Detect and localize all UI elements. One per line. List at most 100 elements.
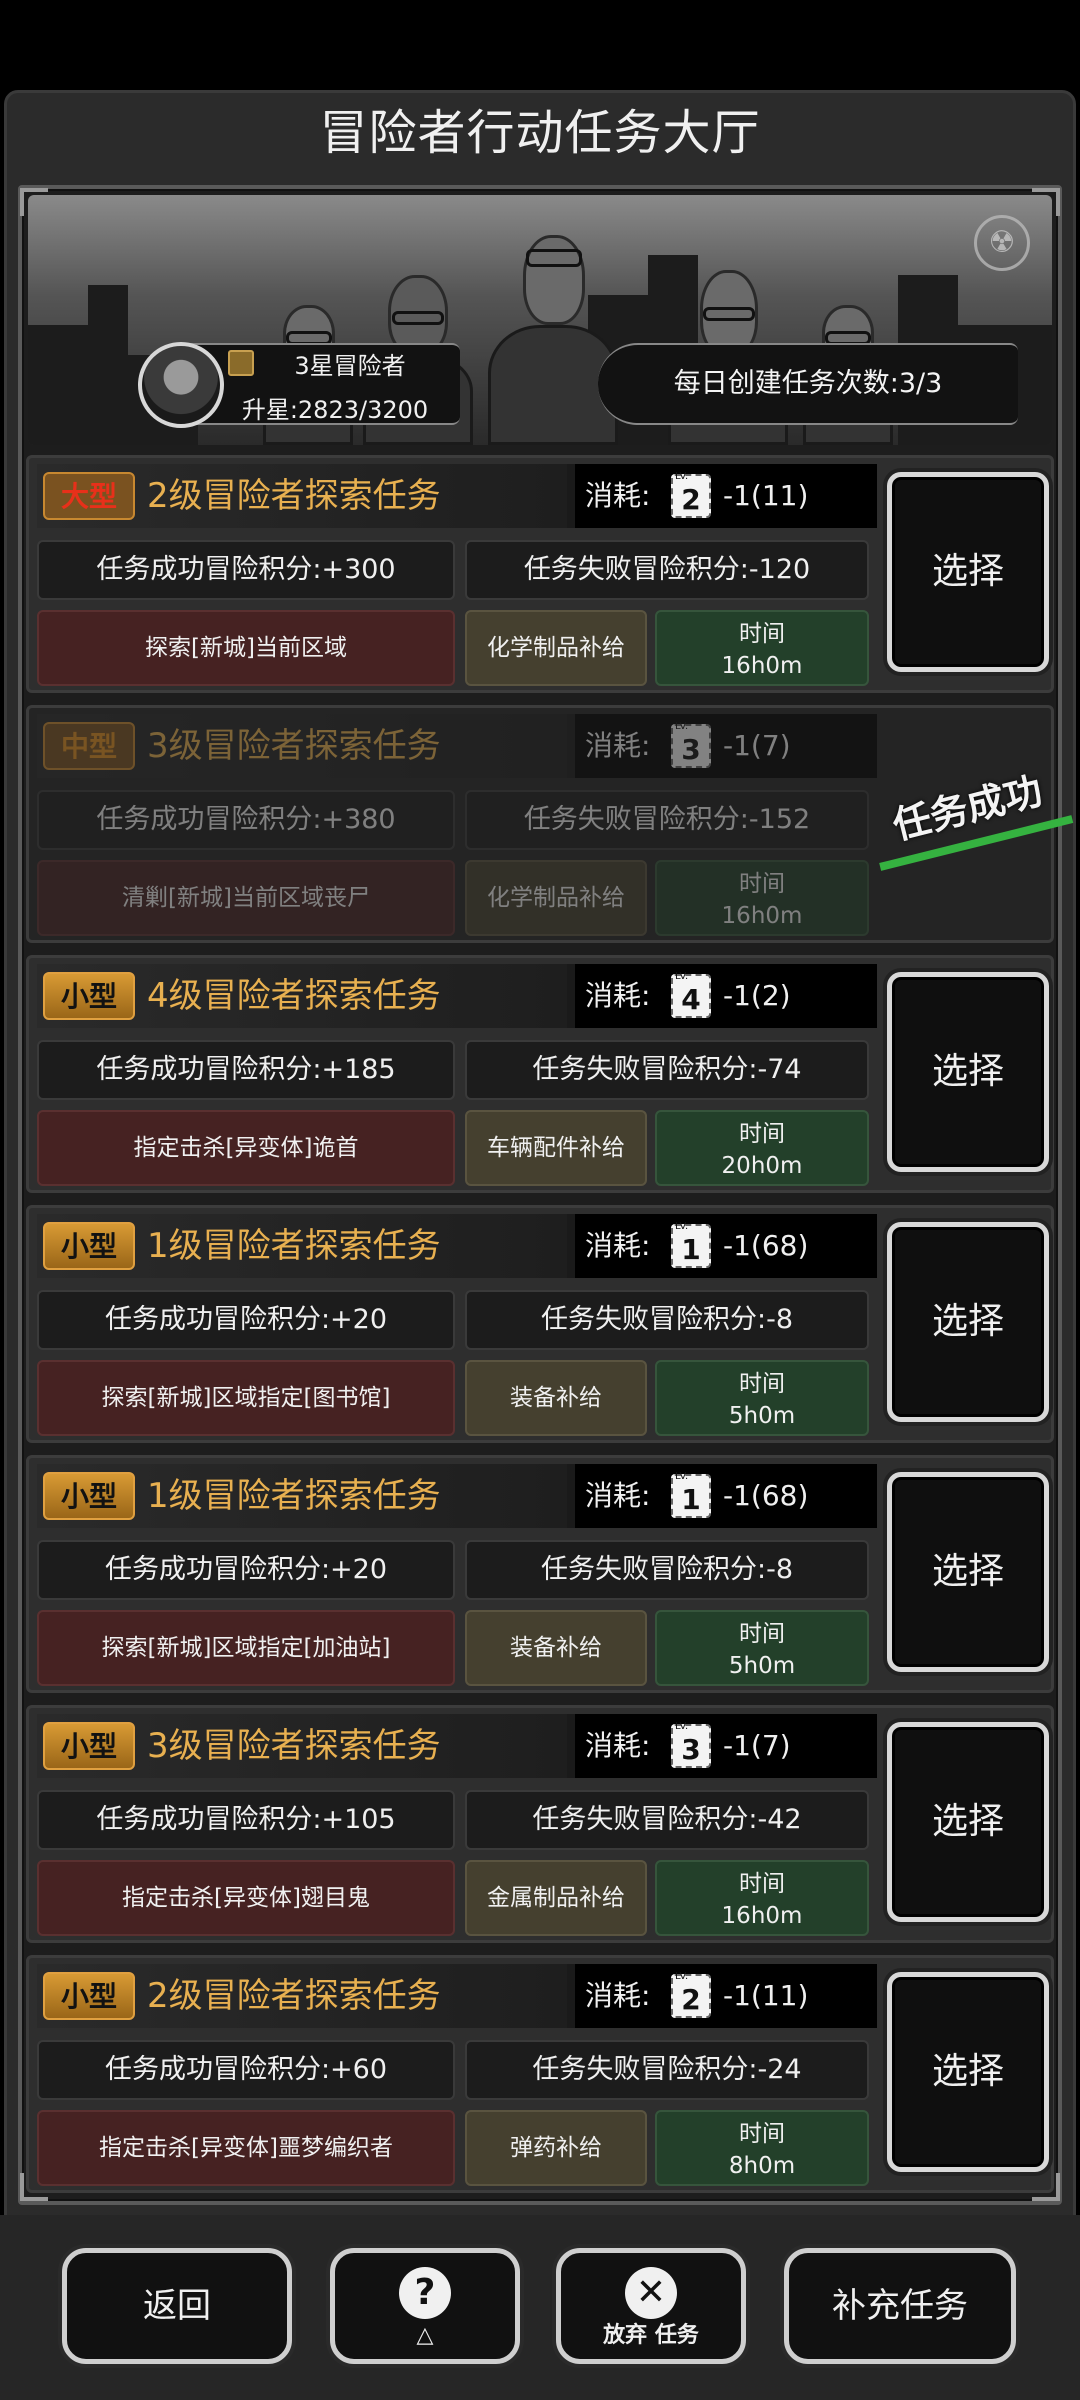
task-title: 1级冒险者探索任务	[147, 1226, 441, 1266]
time-value: 5h0m	[728, 1653, 796, 1679]
task-cost: 消耗: 3 -1(7)	[575, 1712, 877, 1778]
rank-label: 3星冒险者	[294, 352, 406, 380]
close-icon: ✕	[625, 2267, 677, 2319]
task-size-badge: 小型	[43, 1722, 135, 1770]
task-cost: 消耗: 1 -1(68)	[575, 1212, 877, 1278]
abandon-task-button[interactable]: ✕ 放弃 任务	[556, 2248, 746, 2364]
cost-value: -1(11)	[723, 1979, 809, 2012]
cost-value: -1(11)	[723, 479, 809, 512]
task-card: 小型 4级冒险者探索任务 消耗: 4 -1(2) 任务成功冒险积分:+185 任…	[26, 955, 1054, 1193]
task-cost: 消耗: 1 -1(68)	[575, 1462, 877, 1528]
help-base-icon: △	[416, 2323, 434, 2348]
task-cost: 消耗: 4 -1(2)	[575, 962, 877, 1028]
rank-star-icon	[228, 350, 254, 376]
task-size-badge: 大型	[43, 472, 135, 520]
task-objective: 指定击杀[异变体]噩梦编织者	[37, 2110, 455, 2186]
cost-label: 消耗:	[585, 979, 651, 1012]
time-value: 5h0m	[728, 1403, 796, 1429]
success-reward: 任务成功冒险积分:+105	[37, 1790, 455, 1850]
task-header: 小型 4级冒险者探索任务 消耗: 4 -1(2)	[37, 962, 877, 1028]
failure-penalty: 任务失败冒险积分:-8	[465, 1540, 869, 1600]
task-objective: 清剿[新城]当前区域丧尸	[37, 860, 455, 936]
daily-create-count: 每日创建任务次数:3/3	[598, 343, 1018, 425]
time-label: 时间	[739, 1871, 785, 1897]
task-supply: 装备补给	[465, 1360, 647, 1436]
faction-emblem-icon: ☢	[974, 215, 1030, 271]
select-task-button[interactable]: 选择	[887, 1972, 1049, 2172]
avatar[interactable]	[138, 342, 224, 428]
task-time: 时间 16h0m	[655, 860, 869, 936]
time-label: 时间	[739, 1121, 785, 1147]
select-task-button[interactable]: 选择	[887, 1722, 1049, 1922]
task-header: 小型 1级冒险者探索任务 消耗: 1 -1(68)	[37, 1462, 877, 1528]
select-task-button[interactable]: 选择	[887, 972, 1049, 1172]
refill-tasks-button[interactable]: 补充任务	[784, 2248, 1016, 2364]
select-task-button[interactable]: 选择	[887, 1222, 1049, 1422]
task-objective: 指定击杀[异变体]翅目鬼	[37, 1860, 455, 1936]
time-value: 20h0m	[721, 1153, 803, 1179]
help-button[interactable]: ? △	[330, 2248, 520, 2364]
task-cost: 消耗: 2 -1(11)	[575, 462, 877, 528]
time-value: 16h0m	[721, 903, 803, 929]
time-label: 时间	[739, 871, 785, 897]
level-card-icon: 2	[671, 1962, 711, 2018]
task-objective: 指定击杀[异变体]诡首	[37, 1110, 455, 1186]
task-supply: 化学制品补给	[465, 860, 647, 936]
task-header: 中型 3级冒险者探索任务 消耗: 3 -1(7)	[37, 712, 877, 778]
task-header: 大型 2级冒险者探索任务 消耗: 2 -1(11)	[37, 462, 877, 528]
time-value: 8h0m	[728, 2153, 796, 2179]
task-time: 时间 16h0m	[655, 1860, 869, 1936]
task-title: 2级冒险者探索任务	[147, 1976, 441, 2016]
failure-penalty: 任务失败冒险积分:-74	[465, 1040, 869, 1100]
success-reward: 任务成功冒险积分:+60	[37, 2040, 455, 2100]
time-value: 16h0m	[721, 1903, 803, 1929]
task-supply: 化学制品补给	[465, 610, 647, 686]
level-card-icon: 1	[671, 1462, 711, 1518]
task-time: 时间 5h0m	[655, 1360, 869, 1436]
upgrade-progress: 升星:2823/3200	[241, 396, 429, 424]
select-task-button[interactable]: 选择	[887, 472, 1049, 672]
task-title: 3级冒险者探索任务	[147, 1726, 441, 1766]
task-card: 中型 3级冒险者探索任务 消耗: 3 -1(7) 任务成功冒险积分:+380 任…	[26, 705, 1054, 943]
task-time: 时间 8h0m	[655, 2110, 869, 2186]
task-header: 小型 2级冒险者探索任务 消耗: 2 -1(11)	[37, 1962, 877, 2028]
task-card: 小型 1级冒险者探索任务 消耗: 1 -1(68) 任务成功冒险积分:+20 任…	[26, 1455, 1054, 1693]
task-size-badge: 小型	[43, 1472, 135, 1520]
level-card-icon: 4	[671, 962, 711, 1018]
question-icon: ?	[399, 2267, 451, 2319]
back-button[interactable]: 返回	[62, 2248, 292, 2364]
task-supply: 车辆配件补给	[465, 1110, 647, 1186]
task-card: 小型 1级冒险者探索任务 消耗: 1 -1(68) 任务成功冒险积分:+20 任…	[26, 1205, 1054, 1443]
level-card-icon: 3	[671, 1712, 711, 1768]
success-reward: 任务成功冒险积分:+185	[37, 1040, 455, 1100]
character-figure	[488, 205, 618, 445]
select-task-button[interactable]: 选择	[887, 1472, 1049, 1672]
task-title: 4级冒险者探索任务	[147, 976, 441, 1016]
task-supply: 弹药补给	[465, 2110, 647, 2186]
failure-penalty: 任务失败冒险积分:-152	[465, 790, 869, 850]
task-supply: 装备补给	[465, 1610, 647, 1686]
cost-label: 消耗:	[585, 1729, 651, 1762]
task-size-badge: 小型	[43, 972, 135, 1020]
task-time: 时间 5h0m	[655, 1610, 869, 1686]
cost-label: 消耗:	[585, 729, 651, 762]
task-supply: 金属制品补给	[465, 1860, 647, 1936]
task-title: 2级冒险者探索任务	[147, 476, 441, 516]
task-header: 小型 3级冒险者探索任务 消耗: 3 -1(7)	[37, 1712, 877, 1778]
cost-value: -1(7)	[723, 1729, 791, 1762]
cost-label: 消耗:	[585, 1979, 651, 2012]
time-label: 时间	[739, 1371, 785, 1397]
task-objective: 探索[新城]区域指定[加油站]	[37, 1610, 455, 1686]
cost-value: -1(68)	[723, 1479, 809, 1512]
page-title: 冒险者行动任务大厅	[319, 105, 761, 161]
task-size-badge: 中型	[43, 722, 135, 770]
task-time: 时间 20h0m	[655, 1110, 869, 1186]
failure-penalty: 任务失败冒险积分:-8	[465, 1290, 869, 1350]
task-success-stamp: 任务成功	[870, 756, 1066, 863]
time-value: 16h0m	[721, 653, 803, 679]
success-reward: 任务成功冒险积分:+20	[37, 1290, 455, 1350]
task-time: 时间 16h0m	[655, 610, 869, 686]
success-reward: 任务成功冒险积分:+20	[37, 1540, 455, 1600]
cost-value: -1(2)	[723, 979, 791, 1012]
failure-penalty: 任务失败冒险积分:-24	[465, 2040, 869, 2100]
